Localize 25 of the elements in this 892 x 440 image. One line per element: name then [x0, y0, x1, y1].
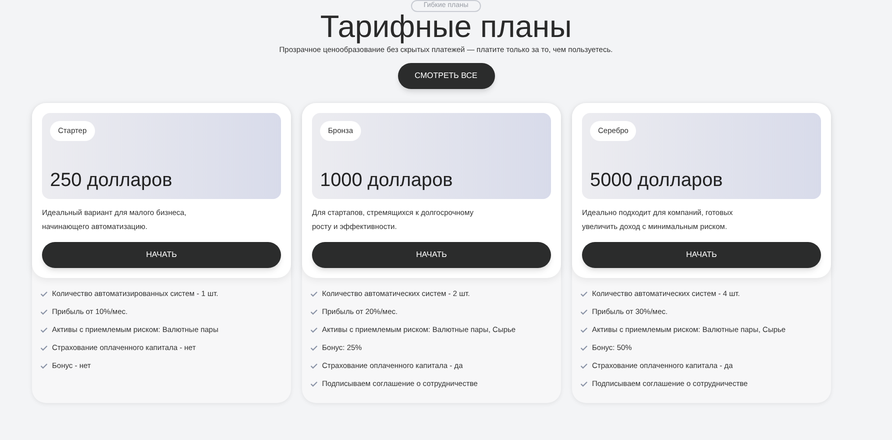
check-icon: [40, 327, 48, 333]
check-icon: [310, 381, 318, 387]
plan-price: 5000 долларов: [590, 170, 723, 192]
check-icon: [580, 381, 588, 387]
check-icon: [580, 345, 588, 351]
check-icon: [310, 291, 318, 297]
check-icon: [310, 345, 318, 351]
plan-price: 250 долларов: [50, 170, 172, 192]
view-all-button[interactable]: СМОТРЕТЬ ВСЕ: [398, 63, 494, 89]
page-title: Тарифные планы: [320, 10, 572, 44]
start-button[interactable]: НАЧАТЬ: [582, 242, 821, 268]
plan-price: 1000 долларов: [320, 170, 453, 192]
check-icon: [40, 345, 48, 351]
start-button[interactable]: НАЧАТЬ: [42, 242, 281, 268]
check-icon: [40, 309, 48, 315]
check-icon: [40, 363, 48, 369]
check-icon: [580, 291, 588, 297]
check-icon: [580, 309, 588, 315]
check-icon: [40, 291, 48, 297]
check-icon: [310, 309, 318, 315]
check-icon: [580, 327, 588, 333]
check-icon: [580, 363, 588, 369]
check-icon: [310, 363, 318, 369]
check-icon: [310, 327, 318, 333]
start-button[interactable]: НАЧАТЬ: [312, 242, 551, 268]
